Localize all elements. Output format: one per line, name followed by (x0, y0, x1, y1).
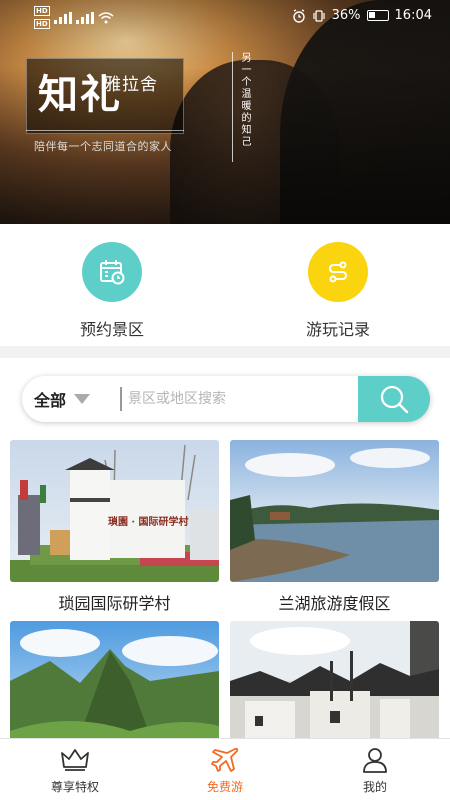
brand-slogan: 陪伴每一个志同道合的家人 (34, 140, 172, 153)
calendar-icon (100, 260, 125, 285)
scenic-name: 兰湖旅游度假区 (278, 594, 391, 613)
search-icon (380, 385, 409, 414)
user-icon (363, 748, 387, 773)
tab-free-tour[interactable]: 免费游 (180, 745, 270, 795)
clock: 16:04 (394, 8, 432, 23)
reserve-scenic-button[interactable]: 预约景区 (52, 242, 172, 340)
hd-badge: HD (34, 6, 50, 16)
tab-label: 免费游 (206, 780, 243, 794)
signal-icon-2 (75, 11, 94, 24)
tab-label: 我的 (362, 780, 387, 794)
brand-subtitle: 雅拉舍 (104, 75, 158, 95)
hd-badge-2: HD (34, 19, 50, 29)
search-bar: 全部 (22, 376, 430, 422)
play-records-label: 游玩记录 (305, 320, 370, 339)
alarm-icon (292, 8, 305, 23)
play-records-button[interactable]: 游玩记录 (278, 242, 398, 340)
status-bar: HD HD 36% 16:04 (0, 0, 450, 34)
scenic-photo-suoyuan: 瑣園 · 国际研学村 (10, 440, 219, 582)
tab-label: 尊享特权 (50, 780, 99, 794)
airplane-icon (211, 747, 239, 772)
scenic-card[interactable]: 兰湖旅游度假区 (230, 440, 439, 613)
battery-icon (366, 10, 389, 21)
chevron-down-icon (74, 394, 91, 404)
vibrate-icon (313, 9, 325, 22)
battery-percent: 36% (331, 8, 361, 23)
scenic-card[interactable]: 瑣園 · 国际研学村 琐园国际研学村 (10, 440, 219, 613)
signal-icon (53, 11, 72, 24)
quick-actions: 预约景区 游玩记录 (0, 224, 450, 346)
route-icon (328, 261, 348, 283)
scenic-name: 琐园国际研学村 (58, 594, 171, 613)
bottom-tab-bar: 尊享特权 免费游 我的 (0, 738, 450, 800)
region-filter-label: 全部 (34, 391, 67, 410)
crown-icon (61, 749, 89, 771)
search-button[interactable] (358, 376, 430, 422)
scenic-sign-text: 瑣園 · 国际研学村 (108, 515, 188, 528)
tab-mine[interactable]: 我的 (330, 745, 420, 795)
vertical-tagline: 另一个温暖的知己 (239, 52, 250, 148)
hero-banner[interactable]: HD HD 36% 16:04 知礼 雅拉舍 陪伴每一个志同道合的家人 另一个温… (0, 0, 450, 224)
tab-privileges[interactable]: 尊享特权 (30, 745, 120, 795)
scenic-photo-lanhu (230, 440, 439, 582)
region-filter-dropdown[interactable]: 全部 (34, 376, 91, 422)
search-input[interactable] (128, 384, 358, 414)
reserve-scenic-label: 预约景区 (79, 320, 144, 339)
app-screen: HD HD 36% 16:04 知礼 雅拉舍 陪伴每一个志同道合的家人 另一个温… (0, 0, 450, 800)
wifi-icon (98, 11, 114, 23)
